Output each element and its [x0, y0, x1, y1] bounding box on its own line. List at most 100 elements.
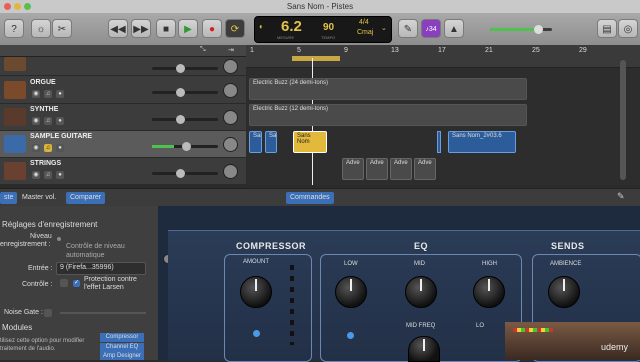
audio-region[interactable]: Sans: [265, 131, 277, 153]
mute-button[interactable]: ◉: [32, 117, 40, 125]
label-enregistrement: enregistrement :: [0, 241, 51, 248]
track-name: SAMPLE GUITARE: [30, 133, 93, 140]
solo-button[interactable]: ♫: [44, 117, 52, 125]
pan-knob[interactable]: [223, 83, 238, 98]
help-icon[interactable]: ?: [4, 19, 24, 38]
track-name: ORGUE: [30, 79, 56, 86]
solo-button[interactable]: ♫: [44, 90, 52, 98]
tab-eq[interactable]: [336, 192, 344, 204]
audio-region[interactable]: Sans Nom_2#03.6: [448, 131, 516, 153]
midi-region[interactable]: Electric Buzz (12 demi-tons): [249, 104, 527, 126]
ruler-mark: 5: [297, 47, 301, 54]
low-knob[interactable]: [335, 276, 367, 308]
record-arm-button[interactable]: ●: [56, 117, 64, 125]
ruler-mark: 21: [485, 47, 493, 54]
noise-gate-checkbox[interactable]: [44, 309, 52, 317]
mid-knob[interactable]: [405, 276, 437, 308]
track-row[interactable]: [0, 57, 246, 76]
compressor-meter: [290, 265, 294, 345]
track-row[interactable]: ORGUE ◉ ♫ ●: [0, 77, 246, 104]
volume-fader[interactable]: [152, 142, 218, 151]
smart-controls-icon[interactable]: ☼: [31, 19, 51, 38]
track-row[interactable]: SYNTHE ◉ ♫ ●: [0, 104, 246, 131]
stop-icon[interactable]: ■: [156, 19, 176, 38]
vertical-scrollbar[interactable]: [620, 60, 626, 180]
scissors-icon[interactable]: ✂: [52, 19, 72, 38]
auto-level-label: Contrôle de niveau: [66, 243, 125, 250]
module-amp-designer[interactable]: Amp Designer: [100, 352, 144, 360]
tab-commands[interactable]: Commandes: [286, 192, 334, 204]
notepad-icon[interactable]: ▤: [597, 19, 617, 38]
noise-gate-slider[interactable]: [60, 312, 146, 314]
audio-region[interactable]: Adve: [342, 158, 364, 180]
record-icon[interactable]: ●: [202, 19, 222, 38]
lcd-bar: 6.2: [281, 18, 302, 35]
ruler[interactable]: 1 5 9 13 17 21 25 29: [246, 45, 640, 68]
mid-freq-knob[interactable]: [408, 336, 440, 362]
pencil-icon[interactable]: ✎: [398, 19, 418, 38]
level-slider[interactable]: [57, 237, 61, 241]
input-select[interactable]: 9 (Firefa...35996): [56, 262, 146, 275]
catch-icon[interactable]: ⤡: [200, 46, 206, 54]
audio-region[interactable]: Adve: [390, 158, 412, 180]
midi-region[interactable]: Electric Buzz (24 demi-tons): [249, 78, 527, 100]
record-arm-button[interactable]: ●: [56, 144, 64, 152]
record-arm-button[interactable]: ●: [56, 171, 64, 179]
lcd-bar-caption: MESURE: [277, 35, 295, 40]
mute-button[interactable]: ◉: [32, 144, 40, 152]
lcd-display[interactable]: ◐ 6.2 MESURE 90 TEMPO 4/4 Cmaj ⌄: [254, 16, 392, 43]
tab-left[interactable]: ste: [0, 192, 18, 204]
compressor-led: [253, 330, 260, 337]
ambience-knob[interactable]: [548, 276, 580, 308]
solo-button[interactable]: ♫: [44, 144, 52, 152]
cycle-icon[interactable]: ⟳: [225, 19, 245, 38]
tab-master-volume[interactable]: Master vol.: [18, 192, 60, 204]
record-arm-button[interactable]: ●: [56, 90, 64, 98]
mute-button[interactable]: ◉: [32, 171, 40, 179]
playhead-icon[interactable]: ⇥: [228, 46, 234, 54]
track-name: SYNTHE: [30, 106, 59, 113]
audio-region[interactable]: [437, 131, 441, 153]
cycle-region[interactable]: [292, 56, 340, 61]
help-text-2: traitement de l'audio.: [0, 346, 56, 352]
fast-forward-icon[interactable]: ▶▶: [131, 19, 151, 38]
mid-label: MID: [414, 261, 425, 267]
module-compressor[interactable]: Compressor: [100, 333, 144, 342]
rewind-icon[interactable]: ◀◀: [108, 19, 128, 38]
audio-region[interactable]: Adve: [414, 158, 436, 180]
track-row[interactable]: STRINGS ◉ ♫ ●: [0, 158, 246, 185]
ruler-mark: 9: [344, 47, 348, 54]
play-icon[interactable]: ▶: [178, 19, 198, 38]
pan-knob[interactable]: [223, 137, 238, 152]
monitor-button[interactable]: [60, 279, 68, 287]
solo-button[interactable]: ♫: [44, 171, 52, 179]
master-volume-knob[interactable]: [534, 25, 543, 34]
amount-knob[interactable]: [240, 276, 272, 308]
pencil-icon[interactable]: ✎: [617, 191, 625, 202]
library-icon[interactable]: ◎: [618, 19, 638, 38]
tuner-button[interactable]: ♪34: [421, 19, 441, 38]
volume-fader[interactable]: [152, 169, 218, 178]
ambience-label: AMBIENCE: [550, 261, 582, 267]
volume-fader[interactable]: [152, 115, 218, 124]
volume-fader[interactable]: [152, 88, 218, 97]
audio-region[interactable]: Adve: [366, 158, 388, 180]
volume-fader[interactable]: [152, 64, 218, 73]
compare-button[interactable]: Comparer: [66, 192, 106, 204]
metronome-icon[interactable]: ▲: [444, 19, 464, 38]
module-channel-eq[interactable]: Channel EQ: [100, 343, 144, 352]
lcd-dropdown-icon[interactable]: ⌄: [381, 24, 387, 32]
audio-region[interactable]: Sans: [249, 131, 262, 153]
feedback-checkbox[interactable]: ✓: [73, 280, 80, 287]
high-knob[interactable]: [473, 276, 505, 308]
organ-icon: [4, 81, 26, 99]
pan-knob[interactable]: [223, 110, 238, 125]
mute-button[interactable]: ◉: [32, 90, 40, 98]
master-volume-slider[interactable]: [490, 25, 552, 34]
ruler-mark: 17: [438, 47, 446, 54]
lcd-key: Cmaj: [357, 29, 374, 36]
track-row-selected[interactable]: SAMPLE GUITARE ◉ ♫ ●: [0, 131, 246, 158]
pan-knob[interactable]: [223, 59, 238, 74]
pan-knob[interactable]: [223, 164, 238, 179]
audio-region-selected[interactable]: Sans Nom: [293, 131, 327, 153]
